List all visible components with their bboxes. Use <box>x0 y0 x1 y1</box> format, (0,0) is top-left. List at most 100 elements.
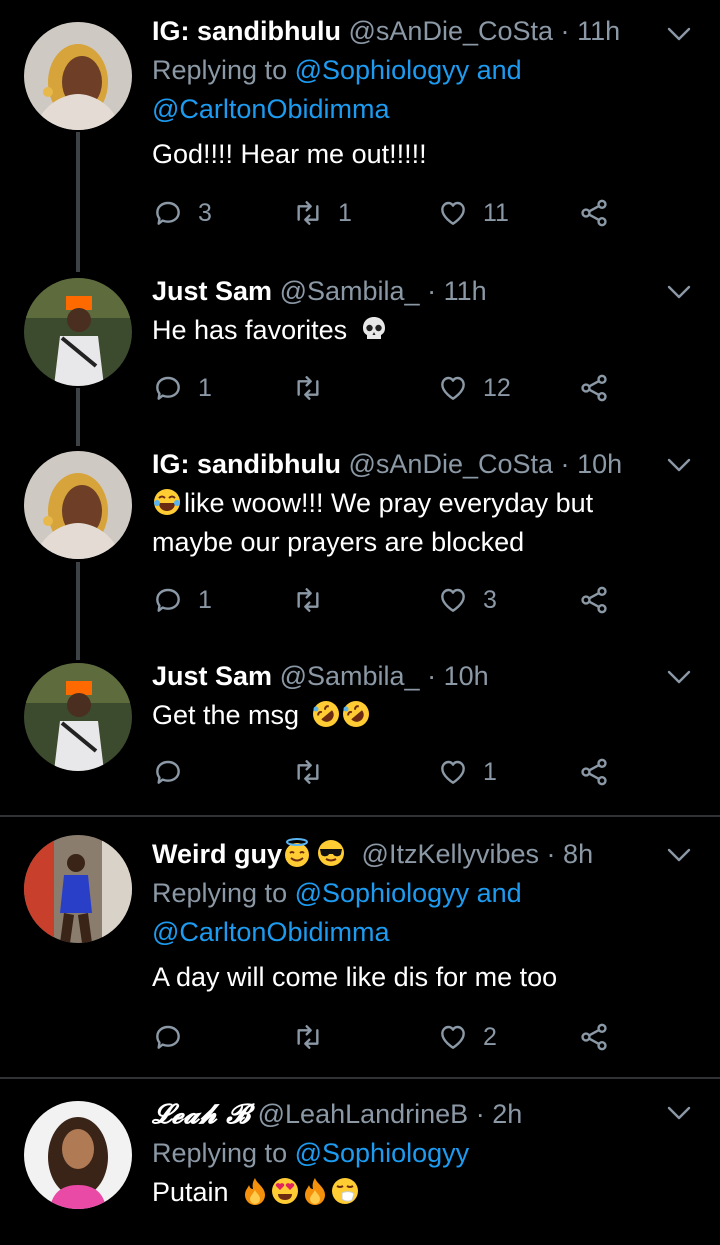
chevron-down-icon[interactable] <box>666 26 692 42</box>
mention-link[interactable]: @Sophiologyy <box>295 1138 470 1168</box>
tweet[interactable]: IG: sandibhulu @sAnDie_CoSta · 11h Reply… <box>0 0 720 260</box>
like-button[interactable]: 3 <box>437 582 497 618</box>
avatar[interactable] <box>24 22 132 130</box>
handle[interactable]: @sAnDie_CoSta <box>349 16 554 46</box>
reply-button[interactable]: 1 <box>152 582 212 618</box>
reply-button[interactable] <box>152 1019 198 1055</box>
retweet-button[interactable]: 1 <box>292 195 352 231</box>
share-icon <box>578 197 610 229</box>
timestamp[interactable]: 11h <box>577 16 620 46</box>
tweet-text-line2: maybe our prayers are blocked <box>152 527 525 557</box>
mention-link[interactable]: @CarltonObidimma <box>152 94 389 124</box>
replying-prefix: Replying to <box>152 878 288 908</box>
separator-dot: · <box>427 276 437 306</box>
tweet-text: A day will come like dis for me too <box>152 962 558 992</box>
tweet-actions: 1 12 <box>152 370 622 406</box>
tweet-header: IG: sandibhulu @sAnDie_CoSta · 11h <box>152 12 700 51</box>
handle[interactable]: @LeahLandrineB <box>258 1099 469 1129</box>
share-icon <box>578 756 610 788</box>
reply-button[interactable]: 3 <box>152 195 212 231</box>
share-button[interactable] <box>578 195 610 231</box>
timestamp[interactable]: 11h <box>444 276 487 306</box>
tweet-actions: 3 1 11 <box>152 195 622 231</box>
handle[interactable]: @sAnDie_CoSta <box>349 449 554 479</box>
chevron-down-icon[interactable] <box>666 284 692 300</box>
chevron-down-icon[interactable] <box>666 1105 692 1121</box>
display-name[interactable]: Just Sam <box>152 661 272 691</box>
tweet[interactable]: IG: sandibhulu @sAnDie_CoSta · 10h like … <box>0 435 720 645</box>
display-name[interactable]: Just Sam <box>152 276 272 306</box>
tweet-text-content: Get the msg <box>152 700 300 730</box>
retweet-icon <box>292 584 324 616</box>
reply-count: 3 <box>198 198 212 227</box>
reply-icon <box>152 372 184 404</box>
tweet-text: Putain <box>152 1173 700 1212</box>
share-button[interactable] <box>578 582 610 618</box>
like-button[interactable]: 12 <box>437 370 511 406</box>
avatar[interactable] <box>24 451 132 559</box>
retweet-button[interactable] <box>292 582 338 618</box>
display-name[interactable]: IG: sandibhulu <box>152 449 341 479</box>
tweet[interactable]: 𝓛𝓮𝓪𝓱 𝓑 @LeahLandrineB · 2h Replying to @… <box>0 1079 720 1245</box>
separator-dot: · <box>560 449 570 479</box>
tweet[interactable]: Just Sam @Sambila_ · 11h He has favorite… <box>0 260 720 435</box>
like-count: 3 <box>483 585 497 614</box>
timestamp[interactable]: 10h <box>444 661 489 691</box>
like-button[interactable]: 2 <box>437 1019 497 1055</box>
replying-to: Replying to @Sophiologyy <box>152 1134 700 1173</box>
mention-link[interactable]: @Sophiologyy <box>295 55 470 85</box>
fire-emoji-icon <box>300 1176 330 1206</box>
separator-dot: · <box>546 839 556 869</box>
skull-emoji-icon <box>359 314 389 344</box>
display-name[interactable]: IG: sandibhulu <box>152 16 341 46</box>
like-button[interactable]: 1 <box>437 754 497 790</box>
replying-to: Replying to @Sophiologyy and <box>152 874 700 913</box>
reply-button[interactable] <box>152 754 198 790</box>
like-count: 11 <box>483 198 509 227</box>
tweet-actions: 1 3 <box>152 582 622 618</box>
tweet-header: Just Sam @Sambila_ · 11h <box>152 272 700 311</box>
retweet-button[interactable] <box>292 1019 338 1055</box>
retweet-icon <box>292 372 324 404</box>
handle[interactable]: @Sambila_ <box>280 276 420 306</box>
replying-to-cont: @CarltonObidimma <box>152 913 700 952</box>
chevron-down-icon[interactable] <box>666 669 692 685</box>
tweet[interactable]: Weird guy @ItzKellyvibes · 8h Replying t… <box>0 817 720 1077</box>
tweet-actions: 2 <box>152 1019 622 1055</box>
timestamp[interactable]: 10h <box>577 449 622 479</box>
tweet[interactable]: Just Sam @Sambila_ · 10h Get the msg 1 <box>0 645 720 815</box>
avatar[interactable] <box>24 278 132 386</box>
retweet-count: 1 <box>338 198 352 227</box>
heart-icon <box>437 756 469 788</box>
share-button[interactable] <box>578 1019 610 1055</box>
avatar[interactable] <box>24 663 132 771</box>
mention-link[interactable]: @Sophiologyy <box>295 878 470 908</box>
separator-dot: · <box>475 1099 485 1129</box>
retweet-button[interactable] <box>292 370 338 406</box>
reply-icon <box>152 197 184 229</box>
like-button[interactable]: 11 <box>437 195 509 231</box>
handle[interactable]: @Sambila_ <box>280 661 420 691</box>
avatar[interactable] <box>24 835 132 943</box>
chevron-down-icon[interactable] <box>666 847 692 863</box>
timestamp[interactable]: 8h <box>563 839 593 869</box>
chevron-down-icon[interactable] <box>666 457 692 473</box>
reply-button[interactable]: 1 <box>152 370 212 406</box>
display-name[interactable]: 𝓛𝓮𝓪𝓱 𝓑 <box>152 1099 250 1130</box>
tweet-header: 𝓛𝓮𝓪𝓱 𝓑 @LeahLandrineB · 2h <box>152 1095 700 1134</box>
timestamp[interactable]: 2h <box>492 1099 522 1129</box>
like-count: 1 <box>483 757 497 786</box>
share-icon <box>578 584 610 616</box>
mention-link[interactable]: @CarltonObidimma <box>152 917 389 947</box>
avatar[interactable] <box>24 1101 132 1209</box>
share-button[interactable] <box>578 754 610 790</box>
retweet-button[interactable] <box>292 754 338 790</box>
share-button[interactable] <box>578 370 610 406</box>
retweet-icon <box>292 197 324 229</box>
display-name[interactable]: Weird guy <box>152 839 282 869</box>
heart-icon <box>437 1021 469 1053</box>
handle[interactable]: @ItzKellyvibes <box>362 839 539 869</box>
and-text: and <box>476 878 522 908</box>
tweet-text: Get the msg <box>152 696 700 735</box>
replying-prefix: Replying to <box>152 1138 288 1168</box>
